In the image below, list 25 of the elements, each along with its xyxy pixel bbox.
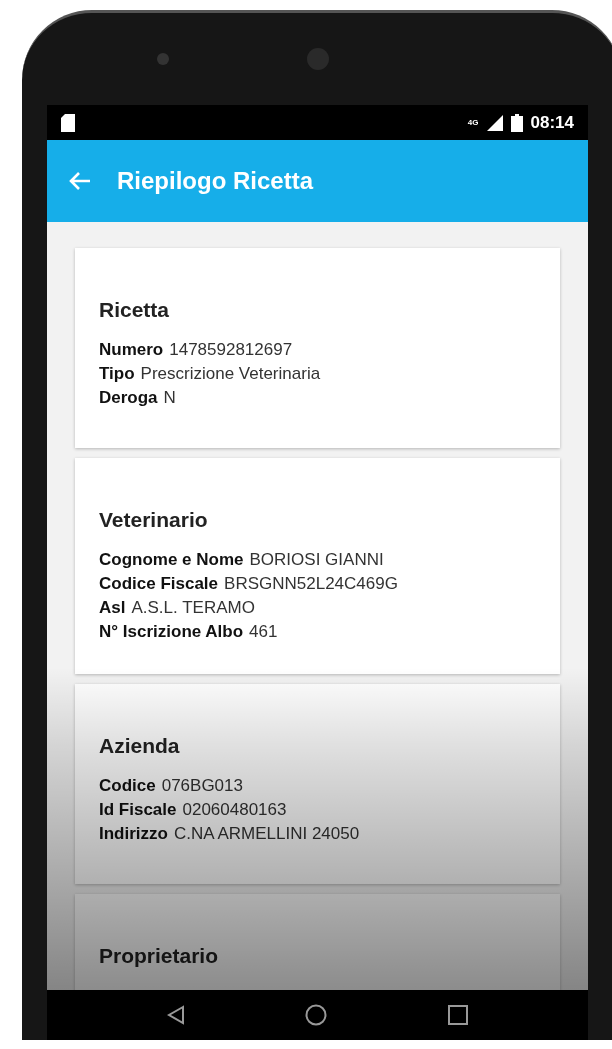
network-type: 4G bbox=[467, 118, 479, 127]
field-line: Numero 1478592812697 bbox=[99, 339, 294, 361]
back-nav-icon[interactable] bbox=[167, 1005, 186, 1025]
field-line: Codice Fiscale BRSGNN52L24C469G bbox=[99, 573, 399, 595]
signal-icon bbox=[486, 114, 503, 131]
card-title: Veterinario bbox=[99, 508, 209, 532]
field-line: Codice 076BG013 bbox=[99, 775, 244, 797]
field-line: Deroga N bbox=[99, 387, 177, 409]
battery-icon bbox=[510, 113, 523, 132]
card-title: Proprietario bbox=[99, 944, 220, 968]
field-line: Indirizzo C.NA ARMELLINI 24050 bbox=[99, 823, 361, 845]
card-title: Azienda bbox=[99, 734, 181, 758]
field-line: Id Fiscale 02060480163 bbox=[99, 799, 288, 821]
recents-nav-icon[interactable] bbox=[447, 1005, 468, 1025]
field-line: Asl A.S.L. TERAMO bbox=[99, 597, 256, 619]
field-line: N° Iscrizione Albo 461 bbox=[99, 621, 279, 643]
field-line: Cognome e Nome BORIOSI GIANNI bbox=[99, 549, 385, 571]
sensor-icon bbox=[157, 53, 169, 65]
back-arrow-icon[interactable] bbox=[69, 171, 91, 191]
card-title: Ricetta bbox=[99, 298, 171, 322]
screen-title: Riepilogo Ricetta bbox=[117, 167, 314, 195]
clock-time: 08:14 bbox=[530, 112, 574, 133]
home-nav-icon[interactable] bbox=[305, 1004, 328, 1026]
sim-card-icon bbox=[61, 113, 75, 132]
field-line: Tipo Prescrizione Veterinaria bbox=[99, 363, 322, 385]
